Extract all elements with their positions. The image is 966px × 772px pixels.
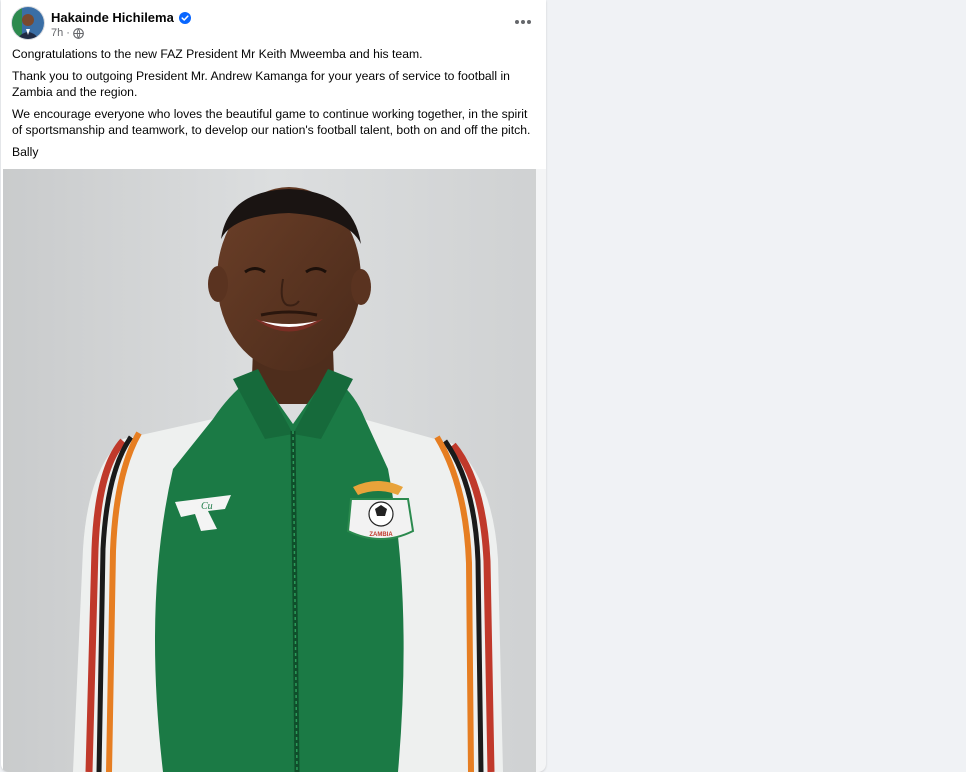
more-options-icon[interactable] <box>508 10 538 34</box>
verified-badge-icon <box>178 11 191 24</box>
post-message: Congratulations to the new FAZ President… <box>12 46 538 166</box>
photo-illustration: Cu ZAMBIA <box>3 169 546 772</box>
brand-logo-text: Cu <box>201 501 213 512</box>
post-paragraph: We encourage everyone who loves the beau… <box>12 107 531 137</box>
author-name[interactable]: Hakainde Hichilema <box>51 10 174 25</box>
globe-icon[interactable] <box>73 27 84 39</box>
author-avatar[interactable] <box>12 7 44 39</box>
post-header: Hakainde Hichilema 7h · <box>1 0 546 46</box>
post-paragraph: Congratulations to the new FAZ President… <box>12 47 423 61</box>
post-timestamp[interactable]: 7h <box>51 27 63 39</box>
post-photo[interactable]: Cu ZAMBIA <box>3 169 546 772</box>
author-row: Hakainde Hichilema <box>51 9 191 25</box>
avatar-image <box>12 7 44 39</box>
post-card: Hakainde Hichilema 7h · Congratulations … <box>1 0 546 772</box>
meta-separator: · <box>66 27 70 39</box>
post-signature: Bally <box>12 145 39 159</box>
post-paragraph: Thank you to outgoing President Mr. Andr… <box>12 69 510 99</box>
post-meta: 7h · <box>51 27 84 39</box>
badge-text: ZAMBIA <box>369 532 393 538</box>
